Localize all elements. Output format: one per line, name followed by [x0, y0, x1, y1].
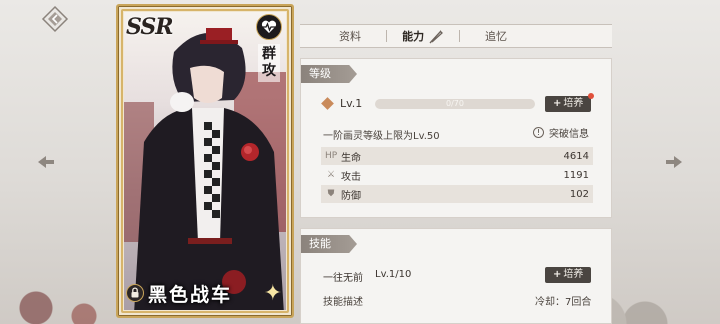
swords-icon: ⚔	[326, 170, 336, 180]
back-button[interactable]	[40, 4, 70, 34]
rarity-label: SSR	[126, 14, 174, 40]
character-name-plate: 黑色战车	[118, 274, 248, 312]
stat-row-defense: ⛊ 防御 102	[321, 185, 593, 203]
skill-row: 一往无前 Lv.1/10	[323, 269, 411, 284]
stat-row-hp: HP 生命 4614	[321, 147, 593, 165]
stat-value: 4614	[563, 150, 589, 162]
heartbeat-icon	[256, 14, 282, 40]
skill-description-link[interactable]: 技能描述	[323, 293, 363, 308]
stat-value: 1191	[563, 169, 589, 181]
skill-level: Lv.1/10	[375, 269, 412, 280]
sparkle-icon: ✦	[263, 281, 282, 306]
arrow-right-icon	[666, 156, 682, 168]
stat-name: 攻击	[341, 171, 361, 183]
exp-text: 0/70	[446, 99, 464, 108]
next-character-button[interactable]	[664, 154, 684, 168]
level-row: Lv.1	[321, 97, 363, 110]
level-cap-text: 一阶画灵等级上限为Lv.50	[323, 131, 440, 142]
level-panel: 等级 Lv.1 0/70 + 培养 一阶画灵等级上限为Lv.50 ! 突破信息 H…	[300, 58, 612, 218]
level-train-label: 培养	[563, 98, 584, 109]
arrow-left-icon	[38, 156, 54, 168]
tab-memory[interactable]: 追忆	[460, 28, 532, 44]
tab-ability-label: 能力	[402, 29, 425, 43]
background-rose-decoration	[0, 244, 120, 324]
quill-icon	[429, 30, 443, 43]
level-value: Lv.1	[340, 97, 363, 110]
exp-progress-bar: 0/70	[375, 99, 535, 109]
stat-name: 生命	[341, 152, 361, 164]
stat-row-attack: ⚔ 攻击 1191	[321, 166, 593, 184]
hp-icon: HP	[325, 151, 338, 161]
diamond-icon	[321, 97, 334, 110]
skill-cooldown: 冷却：7回合	[535, 297, 592, 308]
plus-icon: +	[553, 98, 562, 109]
attack-type-badge: 群攻	[252, 14, 286, 82]
skill-name: 一往无前	[323, 273, 363, 284]
info-icon: !	[533, 127, 544, 138]
plus-icon: +	[553, 269, 562, 280]
tab-ability[interactable]: 能力	[387, 28, 459, 45]
character-name: 黑色战车	[148, 283, 233, 306]
previous-character-button[interactable]	[36, 154, 56, 168]
back-arrow-icon	[41, 5, 69, 33]
tab-bar: 资料 能力 追忆	[300, 24, 612, 48]
shield-icon: ⛊	[327, 189, 335, 199]
skill-panel: 技能 一往无前 Lv.1/10 + 培养 技能描述 冷却：7回合	[300, 228, 612, 324]
character-card[interactable]: SSR 群攻 黑色战车 ✦	[116, 4, 294, 318]
breakthrough-label: 突破信息	[549, 129, 589, 140]
stat-value: 102	[569, 188, 589, 200]
level-train-button[interactable]: + 培养	[545, 93, 595, 112]
skill-train-label: 培养	[563, 269, 584, 280]
lock-icon[interactable]	[126, 284, 144, 302]
tab-profile[interactable]: 资料	[314, 28, 386, 44]
level-section-title: 等级	[301, 65, 357, 83]
attack-type-label: 群攻	[258, 44, 280, 82]
notification-dot	[588, 93, 595, 99]
breakthrough-info-button[interactable]: ! 突破信息	[533, 125, 589, 140]
skill-train-button[interactable]: + 培养	[545, 267, 592, 283]
skill-section-title: 技能	[301, 235, 357, 253]
stat-name: 防御	[341, 190, 361, 202]
